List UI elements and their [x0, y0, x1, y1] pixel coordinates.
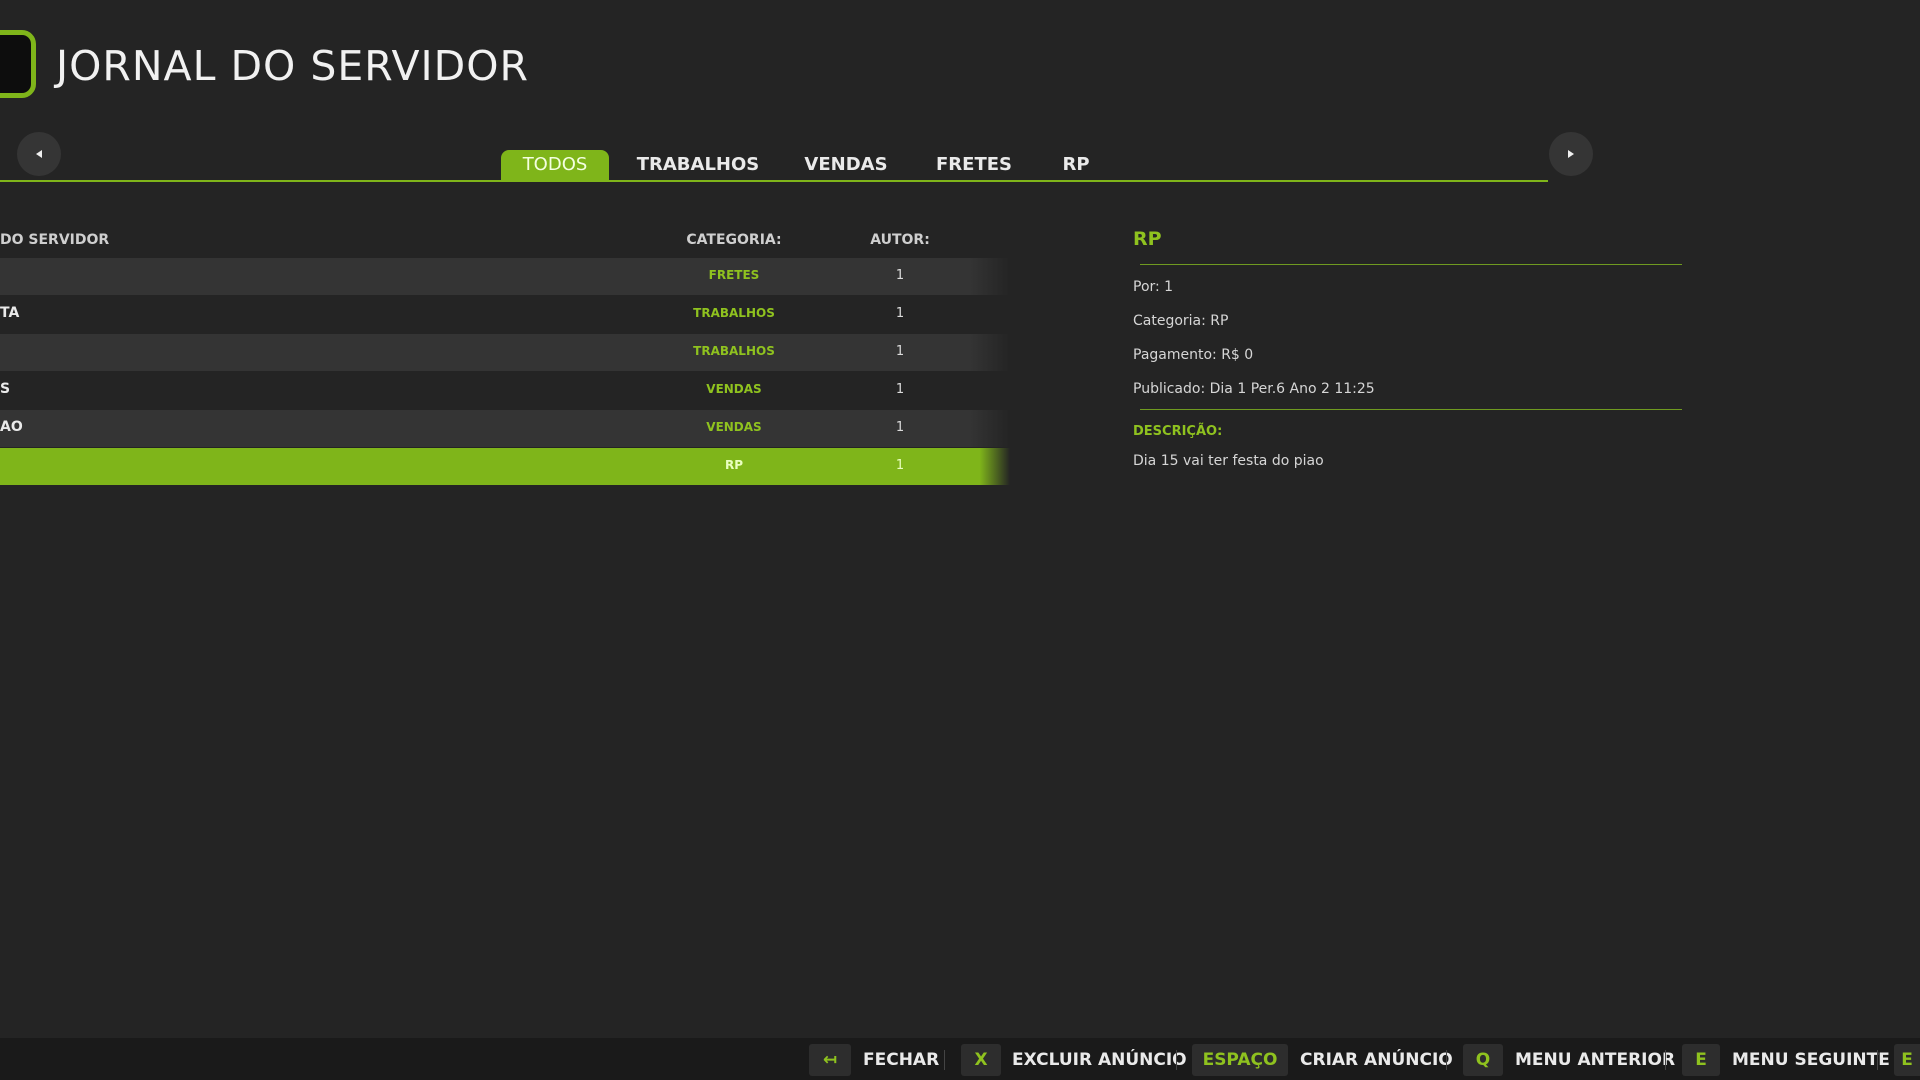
row-title: TA: [0, 305, 20, 321]
delete-ad-button[interactable]: EXCLUIR ANÚNCIO: [1012, 1044, 1187, 1076]
table-row[interactable]: FRETES 1: [0, 258, 1010, 295]
hint-key-q: Q: [1463, 1044, 1503, 1076]
tab-rp[interactable]: RP: [1054, 150, 1098, 180]
hint-key-e-extra: E: [1894, 1044, 1920, 1076]
hint-separator: [1877, 1050, 1878, 1070]
hint-separator: [1176, 1050, 1177, 1070]
row-category: TRABALHOS: [693, 306, 775, 320]
detail-divider: [1140, 409, 1682, 410]
tab-vendas[interactable]: VENDAS: [796, 150, 896, 180]
detail-divider: [1140, 264, 1682, 265]
row-category: VENDAS: [706, 382, 762, 396]
logo-icon: [0, 30, 36, 98]
hint-key-backspace: ↤: [809, 1044, 851, 1076]
previous-menu-button[interactable]: MENU ANTERIOR: [1515, 1044, 1675, 1076]
triangle-left-icon: [36, 150, 42, 158]
table-row[interactable]: TRABALHOS 1: [0, 334, 1010, 371]
row-author: 1: [895, 268, 905, 283]
column-header-category: CATEGORIA:: [686, 232, 782, 248]
table-row[interactable]: TA TRABALHOS 1: [0, 296, 1010, 333]
table-row[interactable]: AO VENDAS 1: [0, 410, 1010, 447]
next-page-button[interactable]: [1549, 132, 1593, 176]
row-category: TRABALHOS: [693, 344, 775, 358]
hint-separator: [944, 1050, 945, 1070]
tabs-underline: [0, 180, 1548, 182]
close-button[interactable]: FECHAR: [863, 1044, 939, 1076]
page-title: JORNAL DO SERVIDOR: [56, 42, 529, 90]
detail-published: Publicado: Dia 1 Per.6 Ano 2 11:25: [1133, 381, 1375, 397]
prev-page-button[interactable]: [17, 132, 61, 176]
row-title: S: [0, 381, 11, 397]
detail-category: Categoria: RP: [1133, 313, 1229, 329]
next-menu-button[interactable]: MENU SEGUINTE: [1732, 1044, 1890, 1076]
table-row-selected[interactable]: RP 1: [0, 448, 1010, 485]
hint-key-x: X: [961, 1044, 1001, 1076]
column-header-title: DO SERVIDOR: [0, 232, 110, 248]
hint-key-e: E: [1682, 1044, 1720, 1076]
row-author: 1: [895, 382, 905, 397]
row-title: AO: [0, 419, 23, 435]
row-author: 1: [895, 458, 905, 473]
hint-key-space: ESPAÇO: [1192, 1044, 1288, 1076]
detail-author: Por: 1: [1133, 279, 1174, 295]
triangle-right-icon: [1568, 150, 1574, 158]
create-ad-button[interactable]: CRIAR ANÚNCIO: [1300, 1044, 1453, 1076]
row-category: FRETES: [708, 268, 760, 282]
row-category: VENDAS: [706, 420, 762, 434]
column-header-author: AUTOR:: [870, 232, 930, 248]
tab-trabalhos[interactable]: TRABALHOS: [628, 150, 768, 180]
detail-description-label: DESCRIÇÃO:: [1133, 424, 1223, 439]
row-author: 1: [895, 344, 905, 359]
detail-description: Dia 15 vai ter festa do piao: [1133, 453, 1324, 469]
row-author: 1: [895, 306, 905, 321]
detail-title: RP: [1133, 228, 1162, 250]
detail-payment: Pagamento: R$ 0: [1133, 347, 1254, 363]
row-author: 1: [895, 420, 905, 435]
tab-fretes[interactable]: FRETES: [930, 150, 1018, 180]
table-row[interactable]: S VENDAS 1: [0, 372, 1010, 409]
hint-separator: [1665, 1050, 1666, 1070]
tab-todos[interactable]: TODOS: [501, 150, 609, 182]
hint-separator: [1446, 1050, 1447, 1070]
row-category: RP: [724, 458, 744, 472]
